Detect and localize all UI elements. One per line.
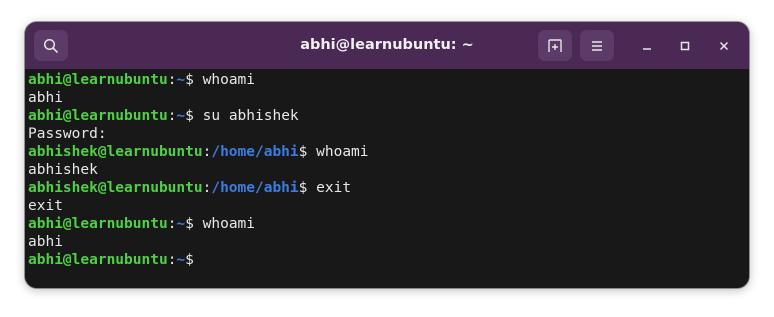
command-text: whoami <box>202 216 256 232</box>
command-text: whoami <box>202 72 256 88</box>
maximize-icon <box>679 37 691 56</box>
close-icon <box>718 37 730 56</box>
menu-button[interactable] <box>580 30 614 61</box>
output-text: exit <box>28 198 63 214</box>
prompt-line: abhishek@learnubuntu:/home/abhi$ whoami <box>28 143 749 161</box>
minimize-icon <box>641 37 653 56</box>
prompt-path: ~ <box>176 216 186 232</box>
prompt-symbol: $ <box>298 180 317 196</box>
terminal-window: abhi@learnubuntu: ~ abhi@learnubuntu:~$ … <box>25 22 749 288</box>
prompt-user: abhi@learnubuntu <box>28 72 168 88</box>
output-text: abhishek <box>28 162 98 178</box>
output-line: Password: <box>28 125 749 143</box>
prompt-path: ~ <box>176 252 186 268</box>
prompt-line: abhi@learnubuntu:~$ whoami <box>28 71 749 89</box>
prompt-user: abhishek@learnubuntu <box>28 180 203 196</box>
output-line: abhishek <box>28 161 749 179</box>
search-icon <box>43 38 59 54</box>
search-button[interactable] <box>34 30 68 61</box>
prompt-symbol: $ <box>185 252 194 268</box>
prompt-path: /home/abhi <box>211 180 299 196</box>
maximize-button[interactable] <box>673 34 697 58</box>
command-text: su abhishek <box>202 108 299 124</box>
prompt-symbol: $ <box>298 144 317 160</box>
command-text: whoami <box>316 144 369 160</box>
output-text: abhi <box>28 234 63 250</box>
prompt-line: abhi@learnubuntu:~$ su abhishek <box>28 107 749 125</box>
new-tab-button[interactable] <box>538 30 572 61</box>
output-line: abhi <box>28 89 749 107</box>
terminal-output[interactable]: abhi@learnubuntu:~$ whoami abhi abhi@learn… <box>25 69 749 288</box>
prompt-user: abhi@learnubuntu <box>28 108 168 124</box>
prompt-user: abhi@learnubuntu <box>28 216 168 232</box>
prompt-line: abhi@learnubuntu:~$ <box>28 251 749 269</box>
prompt-symbol: $ <box>185 216 203 232</box>
prompt-user: abhishek@learnubuntu <box>28 144 203 160</box>
output-line: exit <box>28 197 749 215</box>
prompt-path: ~ <box>176 108 186 124</box>
minimize-button[interactable] <box>635 34 659 58</box>
output-line: abhi <box>28 233 749 251</box>
prompt-line: abhishek@learnubuntu:/home/abhi$ exit <box>28 179 749 197</box>
close-button[interactable] <box>712 34 736 58</box>
new-tab-icon <box>547 38 563 54</box>
prompt-path: /home/abhi <box>211 144 299 160</box>
prompt-user: abhi@learnubuntu <box>28 252 168 268</box>
prompt-line: abhi@learnubuntu:~$ whoami <box>28 215 749 233</box>
prompt-symbol: $ <box>185 72 203 88</box>
hamburger-menu-icon <box>590 40 604 52</box>
output-text: abhi <box>28 90 63 106</box>
titlebar[interactable]: abhi@learnubuntu: ~ <box>25 22 749 69</box>
output-text: Password: <box>28 126 107 142</box>
command-text: exit <box>316 180 352 196</box>
prompt-symbol: $ <box>185 108 203 124</box>
prompt-path: ~ <box>176 72 186 88</box>
